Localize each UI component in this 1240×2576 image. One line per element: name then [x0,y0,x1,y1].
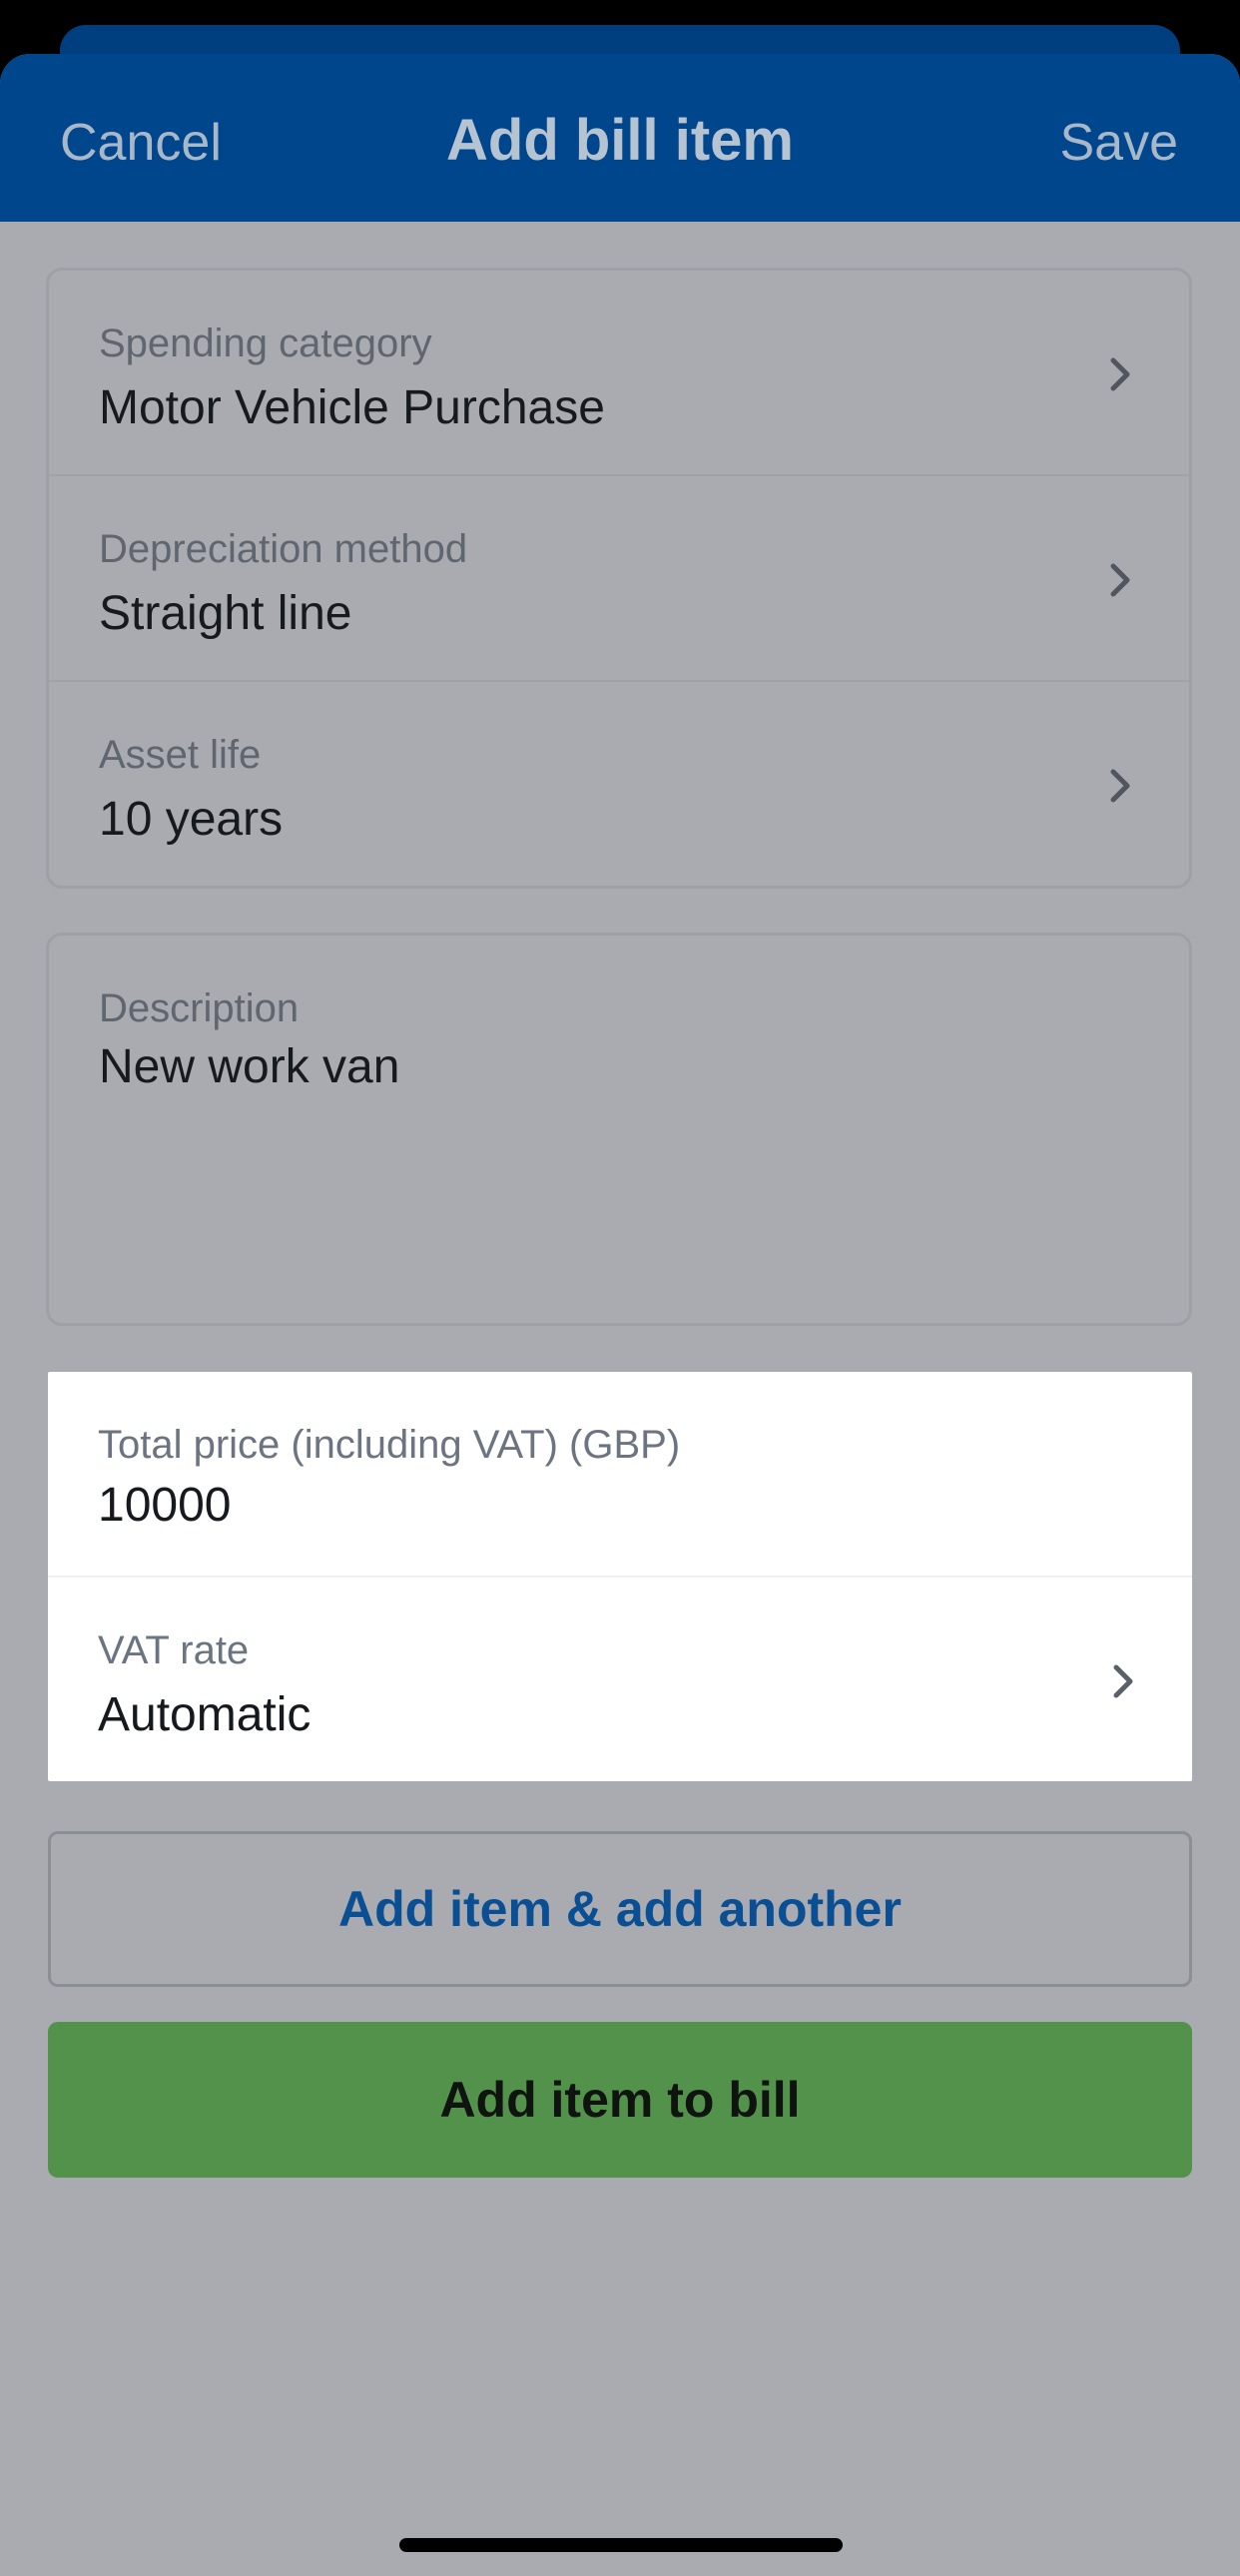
chevron-right-icon [1110,563,1130,597]
total-price-field[interactable]: Total price (including VAT) (GBP) 10000 [48,1372,1192,1578]
depreciation-method-row[interactable]: Depreciation method Straight line [49,476,1189,682]
asset-life-label: Asset life [99,733,262,777]
asset-fields-card: Spending category Motor Vehicle Purchase… [46,268,1192,889]
asset-life-row[interactable]: Asset life 10 years [49,682,1189,886]
spending-category-row[interactable]: Spending category Motor Vehicle Purchase [49,271,1189,476]
chevron-right-icon [1110,769,1130,803]
add-item-and-add-another-button[interactable]: Add item & add another [48,1831,1192,1987]
depreciation-method-label: Depreciation method [99,527,468,571]
total-price-value: 10000 [98,1479,232,1532]
vat-rate-value: Automatic [98,1688,311,1741]
vat-rate-row[interactable]: VAT rate Automatic [48,1578,1192,1781]
chevron-right-icon [1110,357,1130,391]
description-value: New work van [99,1040,400,1093]
description-field[interactable]: Description New work van [46,933,1192,1326]
add-item-to-bill-button[interactable]: Add item to bill [48,2022,1192,2178]
description-label: Description [99,986,300,1030]
depreciation-method-value: Straight line [99,587,352,640]
spending-category-value: Motor Vehicle Purchase [99,381,605,434]
navigation-bar: Cancel Add bill item Save [0,54,1240,222]
asset-life-value: 10 years [99,793,284,846]
vat-rate-label: VAT rate [98,1628,250,1672]
price-card: Total price (including VAT) (GBP) 10000 … [48,1372,1192,1781]
save-button[interactable]: Save [1059,108,1178,178]
screen: Cancel Add bill item Save Spending categ… [0,0,1240,2576]
chevron-right-icon [1113,1664,1133,1698]
page-title: Add bill item [446,108,794,173]
spending-category-label: Spending category [99,322,432,365]
total-price-label: Total price (including VAT) (GBP) [98,1423,681,1467]
home-indicator[interactable] [399,2538,843,2552]
